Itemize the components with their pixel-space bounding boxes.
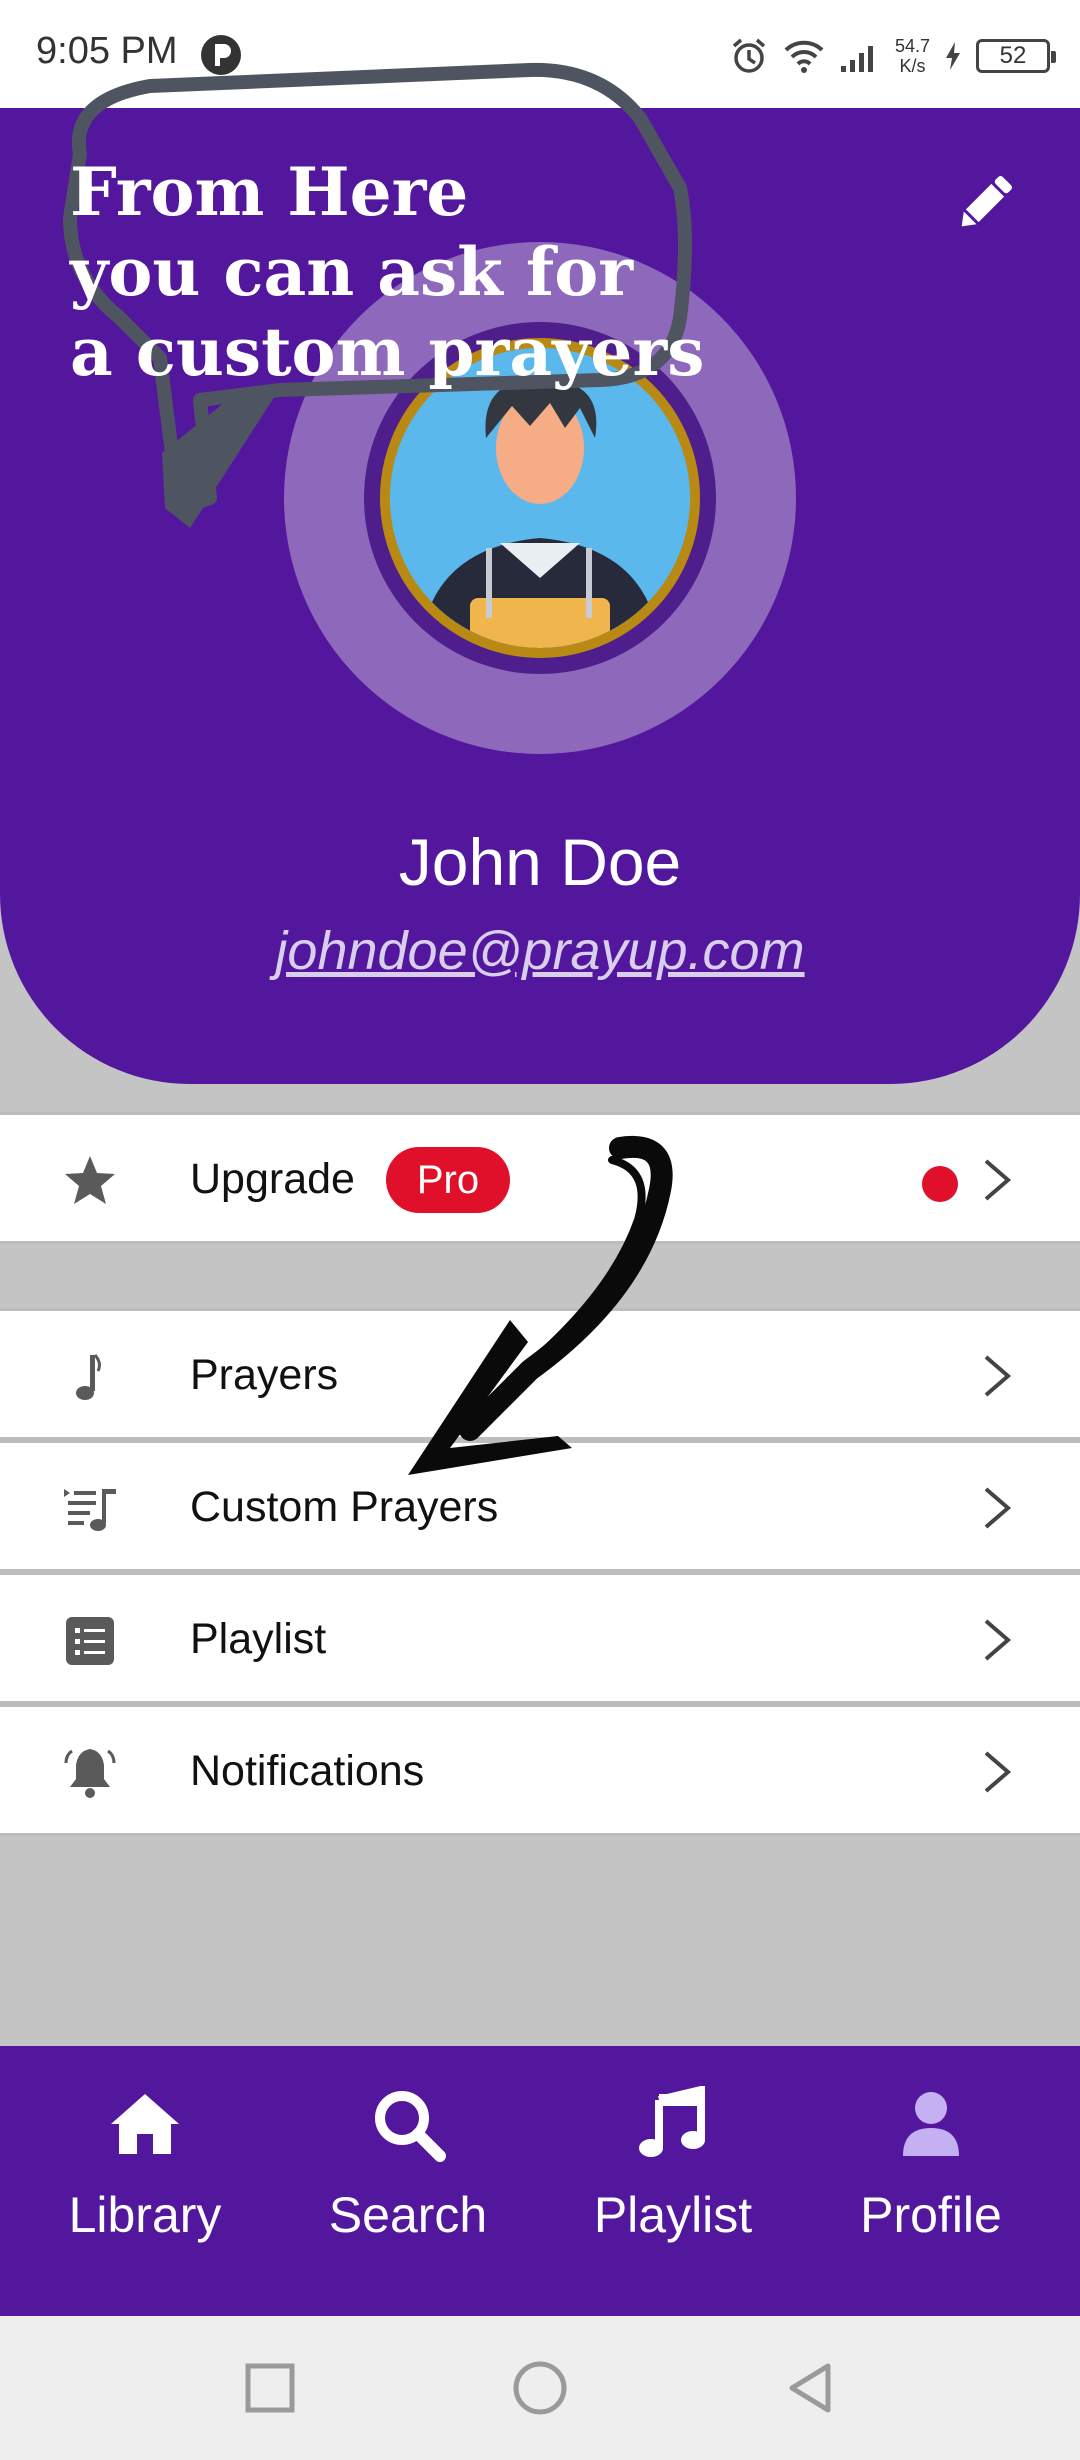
speed-value: 54.7	[894, 36, 930, 56]
chevron-right-icon	[984, 1751, 1012, 1793]
home-icon	[111, 2094, 179, 2154]
system-navigation-bar	[0, 2316, 1080, 2460]
list-icon	[66, 1617, 114, 1665]
chevron-right-icon	[984, 1487, 1012, 1529]
upgrade-label: Upgrade	[190, 1155, 355, 1203]
star-icon	[65, 1156, 115, 1204]
menu-item-label: Notifications	[190, 1747, 425, 1795]
bottom-navigation: Library Search Playlist Profile	[0, 2046, 1080, 2316]
user-name: John Doe	[398, 825, 682, 899]
nav-label: Playlist	[593, 2187, 753, 2243]
user-icon	[903, 2092, 959, 2156]
network-speed: 54.7 K/s	[895, 36, 930, 76]
nav-label: Search	[328, 2187, 488, 2243]
nav-search[interactable]: Search	[273, 2086, 543, 2286]
menu-item-playlist[interactable]: Playlist	[0, 1572, 1080, 1704]
music-note-icon	[76, 1354, 101, 1400]
charging-icon	[946, 42, 960, 70]
menu-item-label: Playlist	[190, 1615, 327, 1663]
music-icon	[639, 2086, 705, 2157]
chevron-right-icon	[984, 1619, 1012, 1661]
annotation-callout-text: From Here you can ask for a custom praye…	[70, 153, 705, 391]
nav-library[interactable]: Library	[10, 2086, 280, 2286]
menu-item-label: Custom Prayers	[190, 1483, 499, 1531]
search-icon	[375, 2091, 446, 2162]
menu-item-label: Prayers	[190, 1351, 339, 1399]
nav-playlist[interactable]: Playlist	[538, 2086, 808, 2286]
nav-label: Library	[68, 2187, 222, 2243]
wifi-icon	[784, 40, 824, 73]
recent-apps-button[interactable]	[238, 2356, 302, 2420]
home-button[interactable]	[508, 2356, 572, 2420]
nav-profile[interactable]: Profile	[796, 2086, 1066, 2286]
edit-profile-button[interactable]	[950, 168, 1020, 238]
speed-unit: K/s	[899, 56, 926, 76]
menu-item-notifications[interactable]: Notifications	[0, 1704, 1080, 1836]
notification-dot	[922, 1166, 958, 1202]
alarm-icon	[732, 38, 766, 73]
signal-icon	[840, 46, 873, 72]
annotation-arrow	[408, 1135, 673, 1475]
bell-icon	[64, 1749, 116, 1798]
chevron-right-icon	[984, 1355, 1012, 1397]
user-email[interactable]: johndoe@prayup.com	[0, 920, 1080, 982]
back-button[interactable]	[778, 2356, 842, 2420]
battery-icon: 52	[976, 39, 1056, 73]
status-icons: 54.7 K/s 52	[729, 28, 1056, 84]
custom-playlist-icon	[64, 1489, 116, 1531]
chevron-right-icon	[984, 1159, 1012, 1201]
nav-label: Profile	[860, 2187, 1002, 2243]
